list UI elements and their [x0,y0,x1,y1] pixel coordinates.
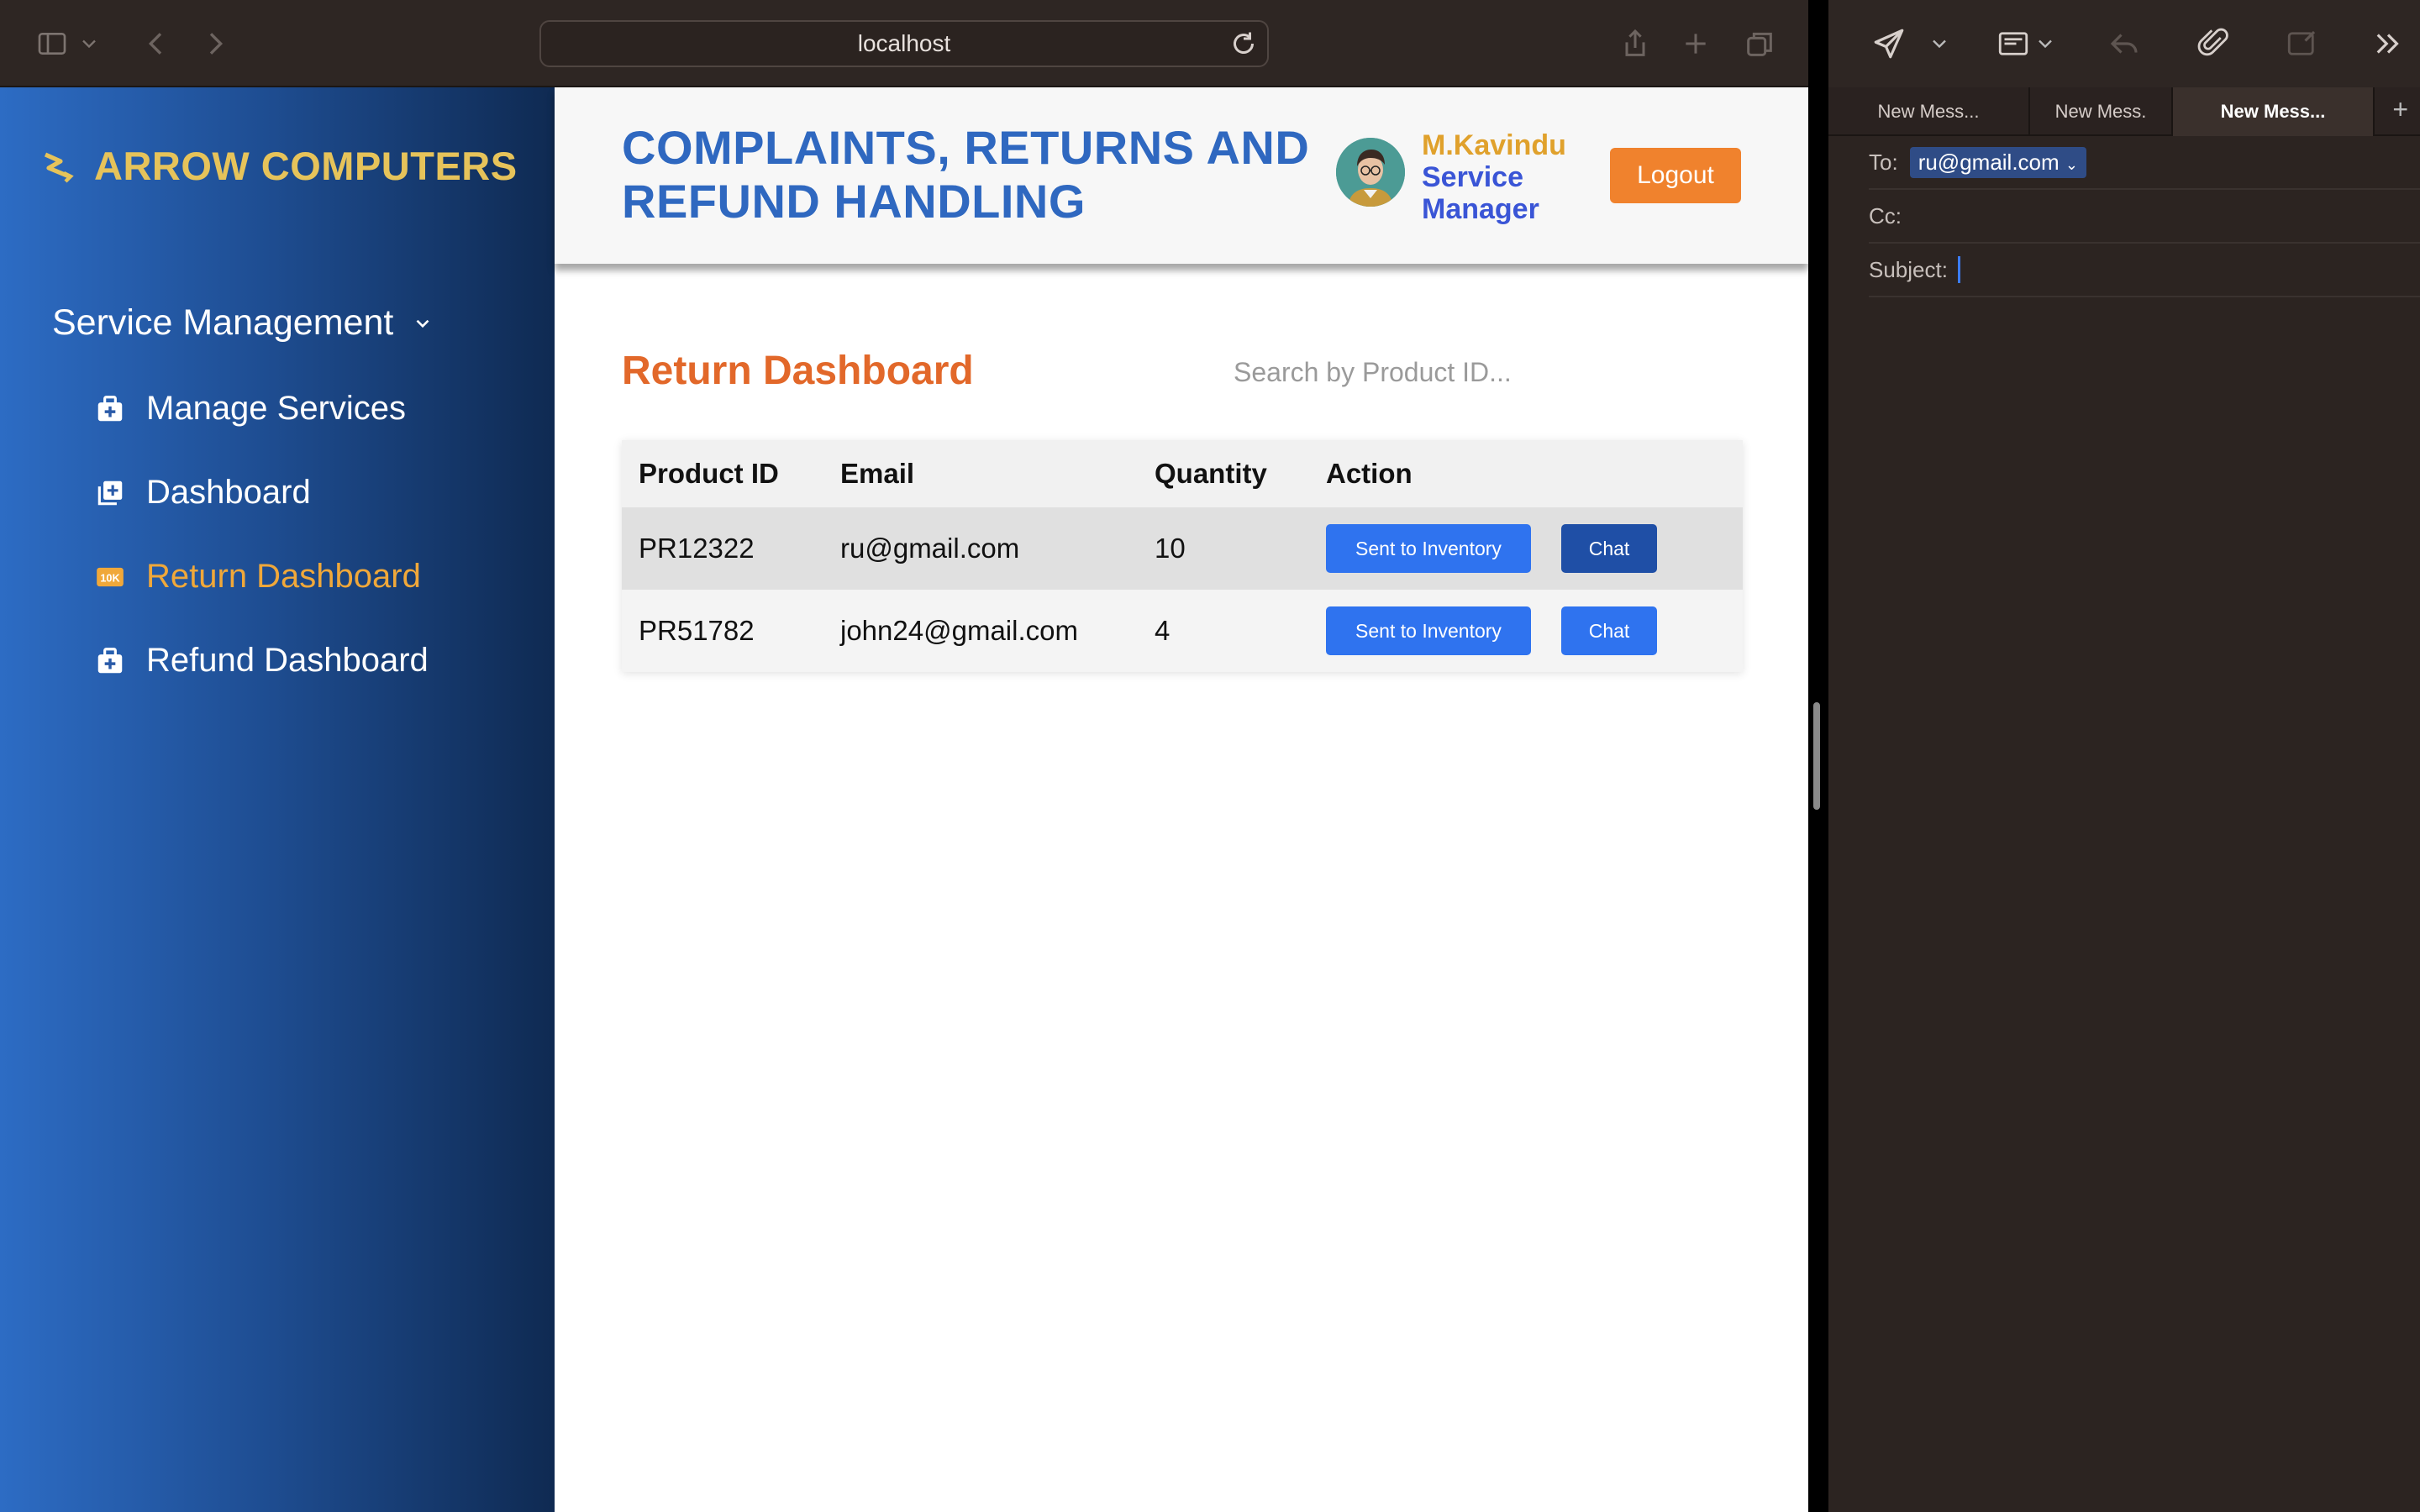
tag-icon: 10K [97,567,124,586]
action-cell: Sent to Inventory Chat [1309,507,1743,590]
text-cursor [1957,256,1960,283]
svg-text:10K: 10K [100,572,120,584]
column-header: Email [840,458,915,489]
sidebar-item-label: Return Dashboard [146,558,421,595]
column-header: Product ID [639,458,779,489]
back-icon[interactable] [134,22,178,66]
chat-button[interactable]: Chat [1561,524,1657,573]
tab-new-message-3[interactable]: New Mess... [2173,87,2375,136]
user-name: M.Kavindu [1422,129,1566,161]
user-avatar-icon [1336,138,1405,207]
quantity-cell: 10 [1155,533,1186,564]
user-role: Service Manager [1422,161,1539,225]
table-header-row: Product ID Email Quantity Action [622,440,1743,507]
column-header: Action [1326,458,1413,489]
reload-icon[interactable] [1228,29,1259,59]
share-icon[interactable] [1613,22,1657,66]
cc-label: Cc: [1869,202,1902,228]
sidebar-item-label: Refund Dashboard [146,642,429,679]
more-icon[interactable] [2368,24,2408,64]
action-cell: Sent to Inventory Chat [1309,590,1743,672]
sent-to-inventory-button[interactable]: Sent to Inventory [1326,524,1531,573]
sidebar-toggle-icon[interactable] [30,22,74,66]
mail-toolbar [1828,0,2420,87]
brand[interactable]: ARROW COMPUTERS [39,143,518,189]
tab-overview-icon[interactable] [1738,22,1781,66]
markup-icon[interactable] [2282,24,2323,64]
main-content: Return Dashboard Product ID Email Quanti… [555,264,1808,1512]
add-square-icon [97,480,123,505]
column-header: Quantity [1155,458,1267,489]
to-label: To: [1869,149,1898,175]
tab-new-message-1[interactable]: New Mess... [1828,87,2030,136]
add-tab-icon[interactable]: + [2392,94,2408,125]
returns-table: Product ID Email Quantity Action PR12322… [622,440,1743,672]
search-input[interactable] [1234,351,1603,393]
table-row: PR12322 ru@gmail.com 10 Sent to Inventor… [622,507,1743,590]
attachment-icon[interactable] [2193,24,2233,64]
sidebar-item-label: Dashboard [146,474,311,511]
browser-window: localhost ARROW COMPUTERS Service Manage… [0,0,1808,1512]
section-title: Return Dashboard [622,349,974,393]
quantity-cell: 4 [1155,615,1171,646]
chevron-down-icon[interactable] [77,22,101,66]
sidebar-group-label: Service Management [52,302,394,343]
chat-button[interactable]: Chat [1561,606,1657,655]
product-id-cell: PR12322 [639,533,755,564]
sidebar-item-manage-services[interactable]: Manage Services [94,390,406,428]
chevron-down-icon: ⌄ [2065,155,2078,173]
table-row: PR51782 john24@gmail.com 4 Sent to Inven… [622,590,1743,672]
recipient-token[interactable]: ru@gmail.com ⌄ [1909,146,2086,178]
chevron-down-icon[interactable] [2033,24,2057,64]
mail-tab-bar: New Mess... New Mess. New Mess... + [1828,87,2420,136]
sent-to-inventory-button[interactable]: Sent to Inventory [1326,606,1531,655]
service-management-toggle[interactable]: Service Management [52,302,434,344]
product-id-cell: PR51782 [639,615,755,646]
new-tab-icon[interactable] [1674,22,1718,66]
brand-name: ARROW COMPUTERS [94,144,518,188]
url-text: localhost [857,30,951,56]
medkit-icon [97,395,123,421]
sidebar: ARROW COMPUTERS Service Management Manag… [0,87,555,1512]
to-field[interactable]: To: ru@gmail.com ⌄ [1869,136,2420,190]
recipient-address: ru@gmail.com [1918,149,2060,175]
chevron-down-icon [416,319,429,328]
arrow-logo-icon [44,152,74,183]
email-cell: ru@gmail.com [840,533,1020,564]
logout-button[interactable]: Logout [1610,148,1741,203]
header-fields-icon[interactable] [1993,24,2033,64]
browser-toolbar: localhost [0,0,1808,87]
reply-icon[interactable] [2104,24,2144,64]
mail-compose-window: New Mess... New Mess. New Mess... + To: … [1828,0,2420,1512]
sidebar-item-refund-dashboard[interactable]: Refund Dashboard [94,642,429,680]
sidebar-item-dashboard[interactable]: Dashboard [94,474,311,512]
sidebar-item-label: Manage Services [146,390,407,427]
tab-new-message-2[interactable]: New Mess. [2030,87,2173,136]
email-cell: john24@gmail.com [840,615,1078,646]
sidebar-item-return-dashboard[interactable]: 10K Return Dashboard [94,558,421,596]
subject-field[interactable]: Subject: [1869,244,2420,297]
avatar[interactable] [1336,138,1405,207]
split-view-handle[interactable] [1813,702,1820,810]
page-title: COMPLAINTS, RETURNS AND REFUND HANDLING [622,121,1310,228]
medkit-icon [97,647,123,673]
chevron-down-icon[interactable] [1928,24,1951,64]
cc-field[interactable]: Cc: [1869,190,2420,244]
subject-label: Subject: [1869,256,1948,282]
address-bar[interactable]: localhost [539,20,1269,67]
page-header: COMPLAINTS, RETURNS AND REFUND HANDLING … [555,87,1808,264]
send-icon[interactable] [1869,24,1909,64]
forward-icon[interactable] [193,22,237,66]
